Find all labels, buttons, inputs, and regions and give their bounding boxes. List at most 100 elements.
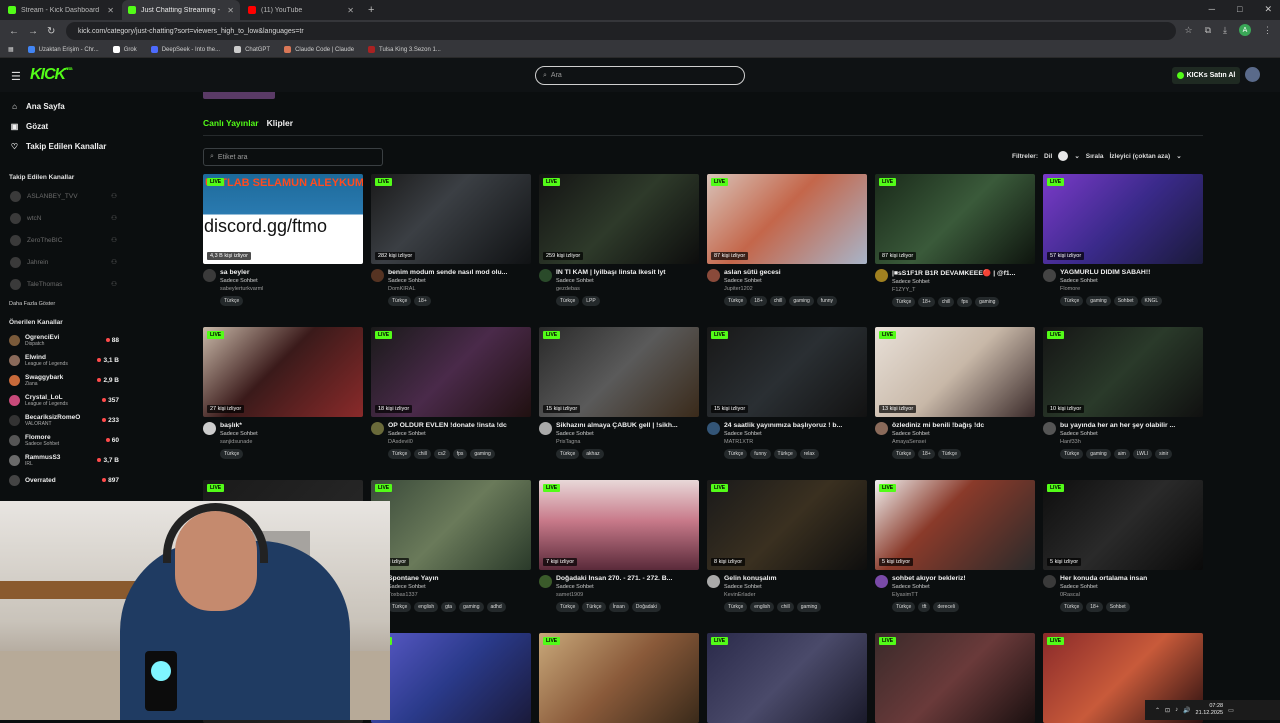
stream-card[interactable]: LIVE 259 kişi izliyor İN Tİ KAM | İyilbaşı… xyxy=(539,174,699,306)
streamer-name[interactable]: Hanf33h xyxy=(1060,439,1200,445)
tag-chip[interactable]: akhaz xyxy=(582,449,604,459)
bookmark-item[interactable]: Uzaktan Erişim - Chr... xyxy=(27,46,99,53)
tag-chip[interactable]: 18+ xyxy=(414,296,431,306)
stream-thumbnail[interactable]: LIVE 282 kişi izliyor xyxy=(371,174,531,264)
clock[interactable]: 07:28 21.12.2025 xyxy=(1196,703,1224,717)
tag-chip[interactable]: Türkçe xyxy=(1060,449,1084,459)
network-icon[interactable]: ⊡ xyxy=(1165,707,1170,714)
stream-thumbnail[interactable]: LIVE 7 kişi izliyor xyxy=(539,480,699,570)
stream-thumbnail[interactable]: LIVE 259 kişi izliyor xyxy=(539,174,699,264)
tag-chip[interactable]: Sohbet xyxy=(1113,296,1138,306)
sort-select[interactable]: İzleyici (çoktan aza) xyxy=(1110,153,1171,160)
tag-chip[interactable]: aim xyxy=(1113,449,1130,459)
stream-thumbnail[interactable]: LIVE xyxy=(875,633,1035,723)
stream-title[interactable]: YAĞMURLU DİDİM SABAH!! xyxy=(1060,269,1200,276)
tag-chip[interactable]: İnsan xyxy=(608,602,629,612)
followed-channel[interactable]: TaleThomas ⚇ xyxy=(0,273,125,295)
stream-title[interactable]: bu yayında her an her şey olabilir ... xyxy=(1060,422,1200,429)
avatar[interactable] xyxy=(875,269,888,282)
stream-thumbnail[interactable]: LIVE 87 kişi izliyor xyxy=(875,174,1035,264)
recommended-channel[interactable]: BecariksizRomeO VALORANT 233 xyxy=(0,410,125,430)
stream-category[interactable]: Sadece Sohbet xyxy=(892,431,1032,437)
sidebar-nav-item[interactable]: ♡ Takip Edilen Kanallar xyxy=(0,136,125,156)
stream-thumbnail[interactable]: LIVE 5 kişi izliyor xyxy=(1043,480,1203,570)
avatar[interactable] xyxy=(875,422,888,435)
bookmark-item[interactable]: Tulsa King 3.Sezon 1... xyxy=(368,46,441,53)
stream-card[interactable]: LIVE 5 kişi izliyor sohbet akıyor bekleriz… xyxy=(875,480,1035,612)
tag-chip[interactable]: Türkçe xyxy=(724,296,748,306)
stream-card[interactable]: LIVE 15 kişi izliyor Sikhazını almaya ÇABU… xyxy=(539,327,699,459)
stream-category[interactable]: Sadece Sohbet xyxy=(724,278,864,284)
streamer-name[interactable]: PrisTagna xyxy=(556,439,696,445)
avatar[interactable] xyxy=(1043,269,1056,282)
recommended-channel[interactable]: Swaggybark Ziana 2,9 B xyxy=(0,370,125,390)
tag-chip[interactable]: Türkçe xyxy=(724,602,748,612)
streamer-name[interactable]: MATR1XTR xyxy=(724,439,864,445)
stream-thumbnail[interactable]: LIVE 15 kişi izliyor xyxy=(539,327,699,417)
download-icon[interactable]: ⤓ xyxy=(1223,25,1227,36)
stream-thumbnail[interactable]: LIVE xyxy=(707,633,867,723)
tag-chip[interactable]: Türkçe xyxy=(556,449,580,459)
stream-card[interactable]: LIVE 57 kişi izliyor YAĞMURLU DİDİM SABAH!… xyxy=(1043,174,1203,306)
stream-card[interactable]: LIVE 15 kişi izliyor 24 saatlik yayınımıza… xyxy=(707,327,867,459)
bookmark-item[interactable]: Claude Code | Claude xyxy=(284,46,354,53)
minimize-icon[interactable]: ─ xyxy=(1209,4,1215,15)
hamburger-menu-icon[interactable]: ☰ xyxy=(11,70,21,83)
stream-thumbnail[interactable]: LIVE 27 kişi izliyor xyxy=(203,327,363,417)
tag-chip[interactable]: chill xyxy=(769,296,787,306)
tag-chip[interactable]: Türkçe xyxy=(556,296,580,306)
tag-chip[interactable]: Türkçe xyxy=(937,449,962,459)
apps-icon[interactable]: ▦ xyxy=(8,46,14,53)
avatar[interactable] xyxy=(707,575,720,588)
url-field[interactable]: kick.com/category/just-chatting?sort=vie… xyxy=(66,22,1176,40)
followed-channel[interactable]: Jahrein ⚇ xyxy=(0,251,125,273)
tag-chip[interactable]: Türkçe xyxy=(892,297,916,307)
sidebar-nav-item[interactable]: ▣ Gözat xyxy=(0,116,125,136)
stream-thumbnail[interactable]: LIVE 87 kişi izliyor xyxy=(707,174,867,264)
tag-chip[interactable]: KNGL xyxy=(1140,296,1163,306)
stream-thumbnail[interactable]: LIVE 7 kişi izliyor xyxy=(371,480,531,570)
tag-chip[interactable]: Türkçe xyxy=(1060,602,1084,612)
avatar[interactable] xyxy=(707,269,720,282)
followed-channel[interactable]: ZeroTheBIC ⚇ xyxy=(0,229,125,251)
stream-card[interactable]: LIVE xyxy=(875,633,1035,723)
tab-clips[interactable]: Klipler xyxy=(267,118,293,128)
stream-thumbnail[interactable]: LIVE 15 kişi izliyor xyxy=(707,327,867,417)
tag-chip[interactable]: Türkçe xyxy=(220,296,244,306)
stream-category[interactable]: Sadece Sohbet xyxy=(388,431,528,437)
stream-title[interactable]: ÖP ÖLDÜR EVLEN !donate !insta !dc xyxy=(388,422,528,429)
tag-chip[interactable]: 18+ xyxy=(918,297,935,307)
browser-tab[interactable]: Stream - Kick Dashboard ✕ xyxy=(2,0,120,20)
avatar[interactable] xyxy=(1043,422,1056,435)
tag-chip[interactable]: LWLI xyxy=(1132,449,1153,459)
tab-live-streams[interactable]: Canlı Yayınlar xyxy=(203,118,259,128)
stream-category[interactable]: Sadece Sohbet xyxy=(1060,431,1200,437)
search-input[interactable]: ⌕ Ara xyxy=(535,66,745,85)
tag-chip[interactable]: Türkçe xyxy=(556,602,580,612)
streamer-name[interactable]: F1ZYY_T xyxy=(892,287,1032,293)
avatar[interactable] xyxy=(1043,575,1056,588)
stream-title[interactable]: Sikhazını almaya ÇABUK gell | !sikh... xyxy=(556,422,696,429)
stream-card[interactable]: LIVE 7 kişi izliyor Doğadaki İnsan 270. - … xyxy=(539,480,699,612)
tag-chip[interactable]: funny xyxy=(816,296,838,306)
streamer-name[interactable]: DomKIRAL xyxy=(388,286,528,292)
tag-chip[interactable]: english xyxy=(414,602,439,612)
stream-category[interactable]: Sadece Sohbet xyxy=(220,431,360,437)
notification-icon[interactable]: ▭ xyxy=(1228,707,1234,714)
stream-title[interactable]: özlediniz mi benili !bağış !dc xyxy=(892,422,1032,429)
close-icon[interactable]: ✕ xyxy=(227,6,234,15)
stream-thumbnail[interactable]: LIVE 5 kişi izliyor xyxy=(875,480,1035,570)
followed-channel[interactable]: wtcN ⚇ xyxy=(0,207,125,229)
tag-chip[interactable]: 18+ xyxy=(1086,602,1103,612)
stream-card[interactable]: LIVE 8 kişi izliyor Gelin konuşalım Sadece … xyxy=(707,480,867,612)
recommended-channel[interactable]: OgrenciEvi Dispatch 88 xyxy=(0,330,125,350)
tag-chip[interactable]: Doğadaki xyxy=(631,602,661,612)
stream-category[interactable]: Sadece Sohbet xyxy=(1060,584,1200,590)
tag-chip[interactable]: Türkçe xyxy=(773,449,797,459)
tag-chip[interactable]: fps xyxy=(957,297,973,307)
reload-icon[interactable]: ↻ xyxy=(47,26,55,37)
stream-category[interactable]: Sadece Sohbet xyxy=(724,431,864,437)
tag-chip[interactable]: relax xyxy=(799,449,819,459)
streamer-name[interactable]: ElyasimTT xyxy=(892,592,1032,598)
stream-title[interactable]: Her konuda ortalama insan xyxy=(1060,575,1200,582)
